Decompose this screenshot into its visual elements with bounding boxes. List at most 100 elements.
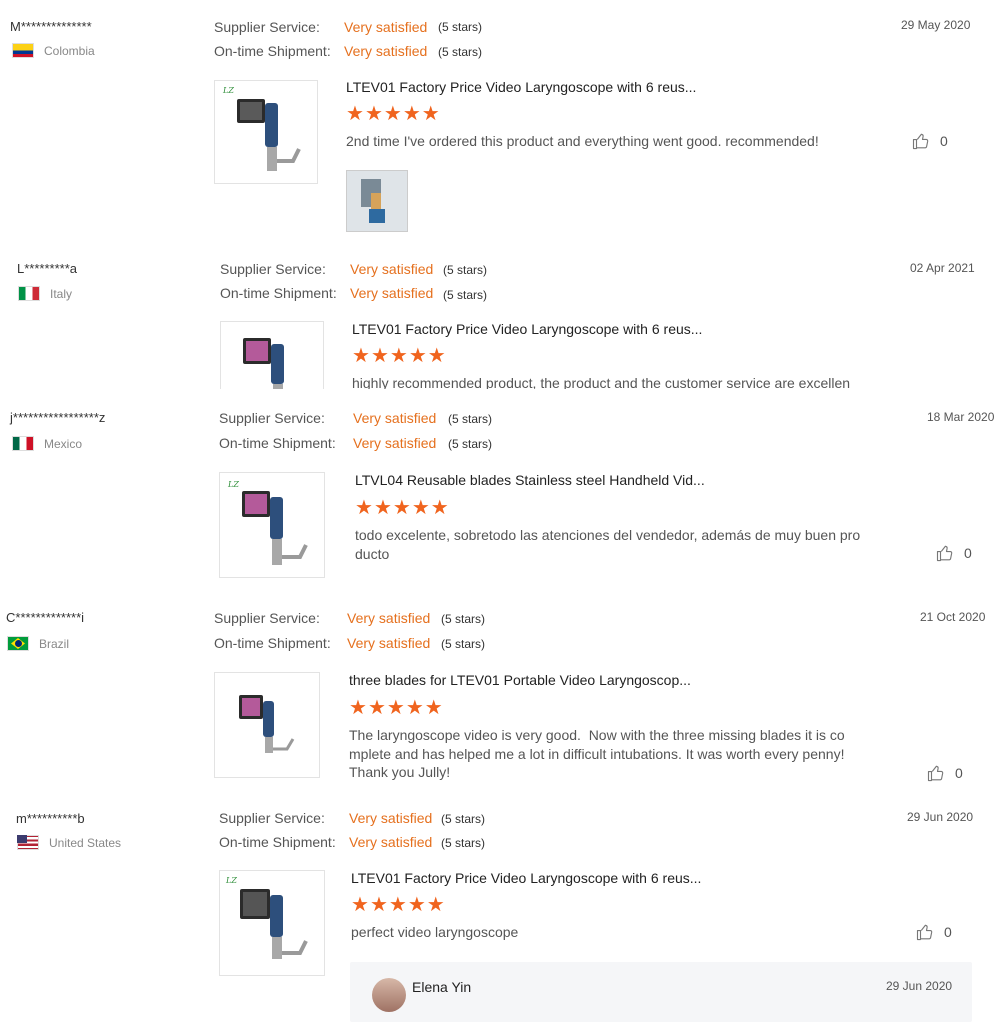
colombia-flag-icon: [12, 43, 34, 58]
shipment-label: On-time Shipment:: [219, 834, 336, 850]
shipment-label: On-time Shipment:: [214, 43, 331, 59]
svg-text:LZ: LZ: [227, 480, 239, 489]
star-icon: ★: [407, 894, 427, 916]
helpful-count: 0: [944, 924, 952, 940]
supplier-service-stars: (5 stars): [441, 612, 486, 626]
star-icon: ★: [427, 345, 447, 367]
star-icon: ★: [405, 697, 425, 719]
supplier-service-value: Very satisfied: [353, 410, 437, 426]
star-icon: ★: [408, 345, 428, 367]
product-title-link[interactable]: LTEV01 Factory Price Video Laryngoscope …: [352, 321, 702, 337]
star-icon: ★: [426, 894, 446, 916]
review-comment: todo excelente, sobretodo las atenciones…: [355, 527, 861, 562]
supplier-reply: Elena Yin 29 Jun 2020: [350, 962, 972, 1022]
review-rating-stars: ★★★★★: [346, 104, 441, 124]
product-thumbnail[interactable]: LZ: [219, 472, 325, 578]
star-icon: ★: [349, 697, 368, 719]
united-states-flag-icon: [17, 835, 39, 850]
star-icon: ★: [383, 103, 403, 125]
reviewer-country: Italy: [18, 286, 72, 301]
helpful-count: 0: [964, 545, 972, 561]
review-rating-stars: ★★★★★: [351, 895, 446, 915]
supplier-service-label: Supplier Service:: [219, 410, 325, 426]
product-thumbnail[interactable]: [214, 672, 320, 778]
shipment-stars: (5 stars): [441, 637, 486, 651]
helpful-button[interactable]: 0: [916, 923, 952, 941]
reviewer-country: Mexico: [12, 436, 82, 451]
reviewer-country: United States: [17, 835, 121, 850]
review-card-2: L*********a Italy Supplier Service: Very…: [0, 248, 1000, 389]
review-date: 02 Apr 2021: [910, 261, 975, 275]
supplier-service-value: Very satisfied: [344, 19, 428, 35]
product-title-link[interactable]: three blades for LTEV01 Portable Video L…: [349, 672, 691, 688]
product-title-link[interactable]: LTVL04 Reusable blades Stainless steel H…: [355, 472, 705, 488]
reviewer-name: M**************: [10, 19, 92, 34]
star-icon: ★: [421, 103, 441, 125]
helpful-count: 0: [955, 765, 963, 781]
reply-date: 29 Jun 2020: [886, 979, 953, 993]
svg-text:LZ: LZ: [225, 876, 237, 885]
star-icon: ★: [402, 103, 422, 125]
italy-flag-icon: [18, 286, 40, 301]
shipment-value: Very satisfied: [344, 43, 428, 59]
product-thumbnail[interactable]: [220, 321, 324, 389]
product-thumbnail[interactable]: LZ: [214, 80, 318, 184]
helpful-button[interactable]: 0: [912, 132, 948, 150]
shipment-value: Very satisfied: [353, 435, 437, 451]
star-icon: ★: [367, 697, 387, 719]
helpful-count: 0: [940, 133, 948, 149]
country-name: Brazil: [39, 636, 70, 651]
supplier-service-stars: (5 stars): [443, 263, 488, 277]
reviewer-country: Brazil: [7, 636, 69, 651]
country-name: Mexico: [44, 436, 83, 451]
avatar: [372, 978, 406, 1012]
star-icon: ★: [369, 894, 389, 916]
supplier-service-stars: (5 stars): [448, 412, 493, 426]
shipment-stars: (5 stars): [448, 437, 493, 451]
supplier-service-value: Very satisfied: [349, 810, 433, 826]
svg-text:LZ: LZ: [222, 86, 234, 95]
star-icon: ★: [430, 497, 450, 519]
country-name: Colombia: [44, 43, 95, 58]
brazil-flag-icon: [7, 636, 29, 651]
star-icon: ★: [392, 497, 412, 519]
product-title-link[interactable]: LTEV01 Factory Price Video Laryngoscope …: [346, 79, 696, 95]
review-comment: perfect video laryngoscope: [351, 924, 519, 940]
review-date: 21 Oct 2020: [920, 610, 986, 624]
shipment-value: Very satisfied: [347, 635, 431, 651]
supplier-service-label: Supplier Service:: [214, 610, 320, 626]
country-name: United States: [49, 835, 122, 850]
helpful-button[interactable]: 0: [936, 544, 972, 562]
product-thumbnail[interactable]: LZ: [219, 870, 325, 976]
reviewer-name: C*************i: [6, 610, 85, 625]
thumbs-up-icon: [916, 924, 933, 941]
shipment-value: Very satisfied: [349, 834, 433, 850]
star-icon: ★: [352, 345, 371, 367]
review-rating-stars: ★★★★★: [352, 346, 447, 366]
helpful-button[interactable]: 0: [927, 764, 963, 782]
review-comment: highly recommended product, the product …: [352, 375, 851, 389]
star-icon: ★: [351, 894, 370, 916]
review-attachment-image[interactable]: [346, 170, 408, 232]
star-icon: ★: [424, 697, 444, 719]
star-icon: ★: [370, 345, 390, 367]
country-name: Italy: [50, 286, 73, 301]
thumbs-up-icon: [912, 133, 929, 150]
review-card-4: C*************i Brazil Supplier Service:…: [0, 599, 1000, 799]
shipment-value: Very satisfied: [350, 285, 434, 301]
laryngoscope-image: [239, 695, 295, 753]
product-title-link[interactable]: LTEV01 Factory Price Video Laryngoscope …: [351, 870, 701, 886]
supplier-service-label: Supplier Service:: [220, 261, 326, 277]
review-date: 29 May 2020: [901, 18, 971, 32]
review-comment: 2nd time I've ordered this product and e…: [346, 133, 819, 149]
reviewer-name: m**********b: [16, 811, 85, 826]
reviewer-name: j*****************z: [10, 410, 106, 425]
star-icon: ★: [386, 697, 406, 719]
laryngoscope-image: LZ: [222, 86, 301, 171]
review-date: 29 Jun 2020: [907, 810, 974, 824]
shipment-label: On-time Shipment:: [220, 285, 337, 301]
reviewer-name: L*********a: [17, 261, 77, 276]
review-card-3: j*****************z Mexico Supplier Serv…: [0, 389, 1000, 599]
shipment-stars: (5 stars): [443, 288, 488, 302]
reviewer-country: Colombia: [12, 43, 95, 58]
